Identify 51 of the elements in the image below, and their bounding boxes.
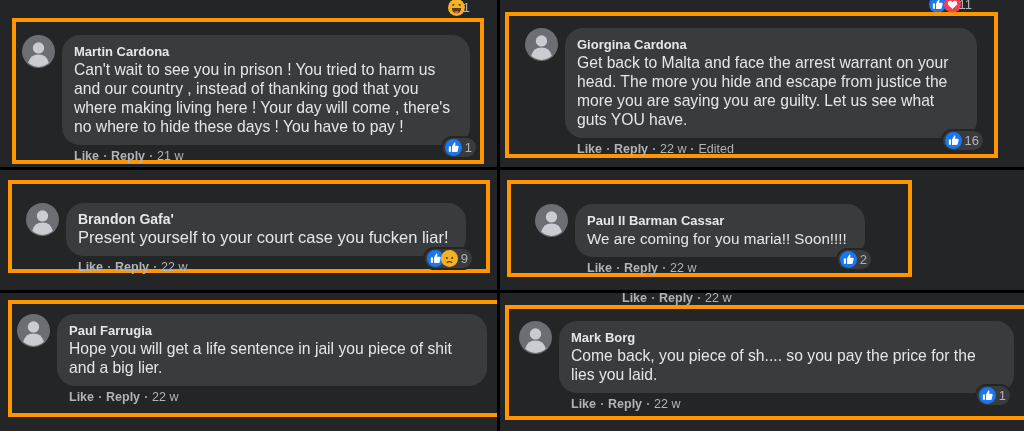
like-link[interactable]: Like bbox=[622, 293, 647, 305]
edited-label: Edited bbox=[698, 142, 734, 156]
reply-link[interactable]: Reply bbox=[624, 261, 659, 275]
reaction-badge[interactable]: 1 bbox=[976, 386, 1010, 405]
reply-link[interactable]: Reply bbox=[614, 142, 649, 156]
reaction-badge[interactable]: 1 bbox=[442, 138, 476, 157]
comment-text: Can't wait to see you in prison ! You tried to harm us and our country , instead of thanking god that you where making living here ! Your day will come , there's no where to hide these days ! You have to pay ! bbox=[74, 60, 452, 136]
like-link[interactable]: Like bbox=[571, 397, 596, 411]
like-link[interactable]: Like bbox=[587, 261, 612, 275]
like-icon bbox=[839, 251, 857, 268]
comment-text: Come back, you piece of sh.... so you pay the price for the lies you laid. bbox=[571, 346, 977, 384]
author-name[interactable]: Paul Farrugia bbox=[69, 322, 475, 339]
reaction-badge[interactable]: 9 bbox=[424, 249, 472, 268]
heart-icon bbox=[943, 0, 961, 13]
timestamp[interactable]: 22 w bbox=[152, 390, 179, 404]
reaction-badge[interactable]: 2 bbox=[837, 250, 871, 269]
author-name[interactable]: Mark Borg bbox=[571, 329, 1002, 346]
author-name[interactable]: Paul Il Barman Cassar bbox=[587, 212, 853, 229]
reply-link[interactable]: Reply bbox=[608, 397, 643, 411]
like-icon bbox=[444, 139, 462, 156]
sad-emoji-icon bbox=[440, 250, 458, 267]
timestamp[interactable]: 22 w bbox=[660, 142, 687, 156]
like-icon bbox=[944, 132, 962, 149]
reply-link[interactable]: Reply bbox=[106, 390, 141, 404]
like-link[interactable]: Like bbox=[69, 390, 94, 404]
reply-link[interactable]: Reply bbox=[111, 149, 146, 163]
like-icon bbox=[928, 0, 946, 13]
avatar[interactable] bbox=[22, 35, 55, 68]
author-name[interactable]: Martin Cardona bbox=[74, 43, 458, 60]
like-icon bbox=[978, 387, 996, 404]
like-link[interactable]: Like bbox=[74, 149, 99, 163]
avatar[interactable] bbox=[519, 321, 552, 354]
comment-text: Hope you will get a life sentence in jail you piece of shit and a big lier. bbox=[69, 339, 453, 377]
timestamp[interactable]: 22 w bbox=[654, 397, 681, 411]
timestamp[interactable]: 21 w bbox=[157, 149, 184, 163]
timestamp[interactable]: 22 w bbox=[670, 261, 697, 275]
laughing-emoji-icon bbox=[447, 0, 465, 16]
avatar[interactable] bbox=[525, 28, 558, 61]
like-icon bbox=[426, 250, 444, 267]
reaction-badge[interactable]: 16 bbox=[942, 131, 983, 150]
comment-text: Present yourself to your court case you fucken liar! bbox=[78, 228, 450, 247]
author-name[interactable]: Giorgina Cardona bbox=[577, 36, 965, 53]
reply-link[interactable]: Reply bbox=[659, 293, 694, 305]
timestamp[interactable]: 22 w bbox=[705, 293, 732, 305]
avatar[interactable] bbox=[535, 204, 568, 237]
author-name[interactable]: Brandon Gafa' bbox=[78, 211, 454, 228]
comment-text: Get back to Malta and face the arrest warrant on your head. The more you hide and escape from justice the more you are saying you are guilty. Let us see what guts YOU have. bbox=[577, 53, 950, 129]
avatar[interactable] bbox=[26, 203, 59, 236]
avatar[interactable] bbox=[17, 314, 50, 347]
comment-text: We are coming for you maria!! Soon!!!! bbox=[587, 229, 848, 248]
like-link[interactable]: Like bbox=[577, 142, 602, 156]
